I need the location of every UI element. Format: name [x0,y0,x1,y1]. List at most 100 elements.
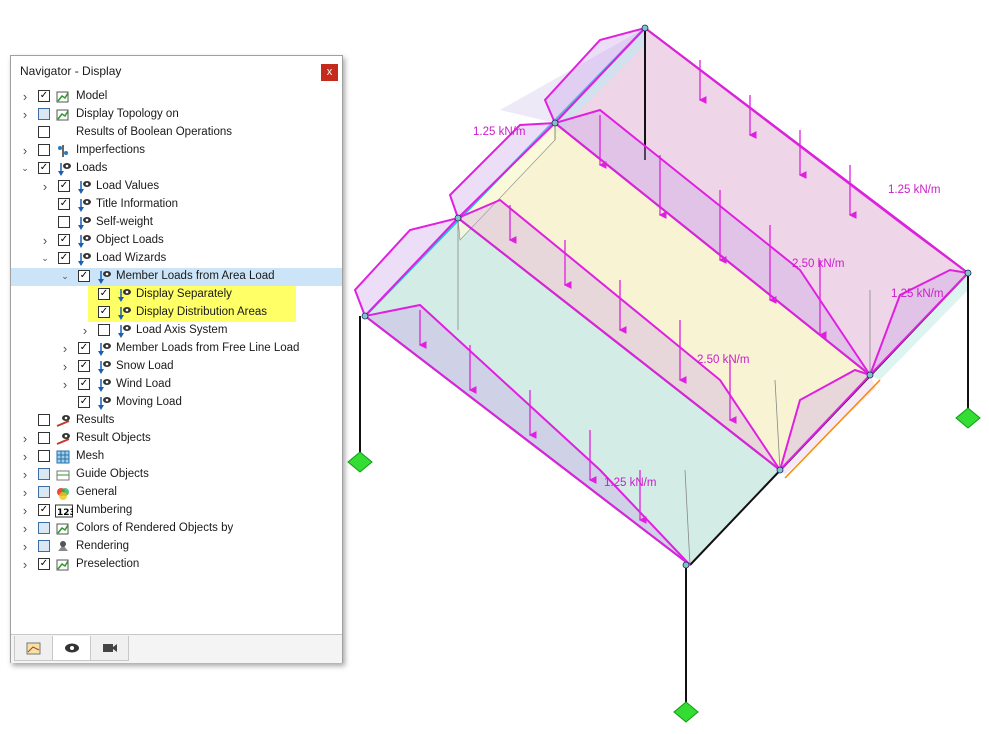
tree-item-guide-objects[interactable]: ›Guide Objects [11,466,342,484]
chevron-right-icon[interactable]: › [20,450,30,463]
tree-checkbox[interactable]: ✓ [78,270,90,282]
tree-checkbox[interactable]: ✓ [38,504,50,516]
chevron-down-icon[interactable]: ⌄ [20,162,30,175]
tree-checkbox[interactable] [38,126,50,138]
tree-item-member-loads-from-free-line-load[interactable]: ›✓Member Loads from Free Line Load [11,340,342,358]
load-icon [75,215,91,231]
chevron-down-icon[interactable]: ⌄ [60,270,70,283]
load-label-upper-middle: 2.50 kN/m [792,258,844,270]
tree-checkbox[interactable]: ✓ [78,396,90,408]
tree-item-general[interactable]: ›General [11,484,342,502]
tree-item-self-weight[interactable]: Self-weight [11,214,342,232]
tree-item-moving-load[interactable]: ✓Moving Load [11,394,342,412]
chevron-right-icon[interactable]: › [20,90,30,103]
load-label-bottom: 1.25 kN/m [604,477,656,489]
chevron-right-icon[interactable]: › [60,360,70,373]
tree-checkbox[interactable] [58,216,70,228]
load-label-right-gable: 1.25 kN/m [891,288,943,300]
tree-checkbox[interactable] [38,108,50,120]
results-icon [55,431,71,447]
tree-item-display-separately[interactable]: ✓Display Separately [88,286,296,304]
tree-item-label: Results of Boolean Operations [76,126,232,138]
chevron-right-icon[interactable]: › [80,324,90,337]
tree-checkbox[interactable] [98,324,110,336]
model-view[interactable]: 1.25 kN/m 1.25 kN/m 2.50 kN/m 1.25 kN/m … [340,0,989,734]
chevron-right-icon[interactable]: › [20,540,30,553]
tree-item-object-loads[interactable]: › ✓ Object Loads [11,232,342,250]
tree-item-result-objects[interactable]: ›Result Objects [11,430,342,448]
rendering-icon [55,539,71,555]
tree-checkbox[interactable] [38,144,50,156]
tree-checkbox[interactable]: ✓ [58,198,70,210]
tree-checkbox[interactable]: ✓ [78,378,90,390]
load-icon [115,287,131,303]
tree-checkbox[interactable] [38,486,50,498]
tree-checkbox[interactable]: ✓ [38,90,50,102]
tree-item-label: Snow Load [116,360,174,372]
display-tab[interactable] [52,636,91,661]
chevron-down-icon[interactable]: ⌄ [40,252,50,265]
tree-checkbox[interactable] [38,432,50,444]
tree-checkbox[interactable] [38,468,50,480]
tree-item-load-wizards[interactable]: ⌄✓Load Wizards [11,250,342,268]
chevron-right-icon[interactable]: › [20,468,30,481]
numbering-icon: 123 [55,503,71,519]
load-label-top-left: 1.25 kN/m [473,126,525,138]
views-tab[interactable] [90,636,129,661]
tree-checkbox[interactable]: ✓ [58,234,70,246]
chevron-right-icon[interactable]: › [40,234,50,247]
tree-item-load-values[interactable]: ›✓Load Values [11,178,342,196]
chevron-right-icon[interactable]: › [20,522,30,535]
tree-checkbox[interactable]: ✓ [98,288,110,300]
tree-item-results[interactable]: Results [11,412,342,430]
tree-item-label: Imperfections [76,144,145,156]
tree-item-wind-load[interactable]: › ✓ Wind Load [11,376,342,394]
tree-item-snow-load[interactable]: › ✓ Snow Load [11,358,342,376]
model-icon [55,521,71,537]
chevron-right-icon[interactable]: › [20,108,30,121]
tree-item-colors-of-rendered-objects-by[interactable]: ›Colors of Rendered Objects by [11,520,342,538]
tree-checkbox[interactable] [38,522,50,534]
tree-item-display-distribution-areas[interactable]: ✓Display Distribution Areas [88,304,296,322]
eye-icon [63,641,81,660]
tree-checkbox[interactable]: ✓ [78,342,90,354]
tree-item-label: Rendering [76,540,129,552]
tree-item-title-information[interactable]: ✓Title Information [11,196,342,214]
tree-item-display-topology-on[interactable]: ›Display Topology on [11,106,342,124]
chevron-right-icon[interactable]: › [20,504,30,517]
tree-checkbox[interactable]: ✓ [38,162,50,174]
tree-item-mesh[interactable]: › Mesh [11,448,342,466]
tree-checkbox[interactable] [38,414,50,426]
tree-item-label: Object Loads [96,234,164,246]
tree-item-load-axis-system[interactable]: ›Load Axis System [11,322,342,340]
tree-checkbox[interactable]: ✓ [98,306,110,318]
tree-item-numbering[interactable]: ›✓123Numbering [11,502,342,520]
tree-checkbox[interactable]: ✓ [78,360,90,372]
tree-item-preselection[interactable]: ›✓Preselection [11,556,342,574]
chevron-right-icon[interactable]: › [40,180,50,193]
imperfection-icon [55,143,71,159]
tree-item-rendering[interactable]: › Rendering [11,538,342,556]
tree-checkbox[interactable]: ✓ [58,252,70,264]
chevron-right-icon[interactable]: › [20,486,30,499]
tree-item-loads[interactable]: ⌄✓Loads [11,160,342,178]
chevron-right-icon[interactable]: › [60,378,70,391]
tree-checkbox[interactable] [38,450,50,462]
load-icon [95,377,111,393]
load-icon [95,269,111,285]
tree-checkbox[interactable]: ✓ [38,558,50,570]
tree-item-member-loads-from-area-load[interactable]: ⌄✓Member Loads from Area Load [11,268,342,286]
chevron-right-icon[interactable]: › [20,558,30,571]
chevron-right-icon[interactable]: › [60,342,70,355]
tree-item-results-of-boolean-operations[interactable]: Results of Boolean Operations [11,124,342,142]
tree-item-label: Mesh [76,450,104,462]
tree-item-model[interactable]: ›✓Model [11,88,342,106]
close-button[interactable]: x [321,64,338,81]
tree-item-label: Wind Load [116,378,171,390]
chevron-right-icon[interactable]: › [20,144,30,157]
tree-checkbox[interactable] [38,540,50,552]
tree-checkbox[interactable]: ✓ [58,180,70,192]
tree-item-imperfections[interactable]: › Imperfections [11,142,342,160]
data-tab[interactable] [14,636,53,661]
chevron-right-icon[interactable]: › [20,432,30,445]
